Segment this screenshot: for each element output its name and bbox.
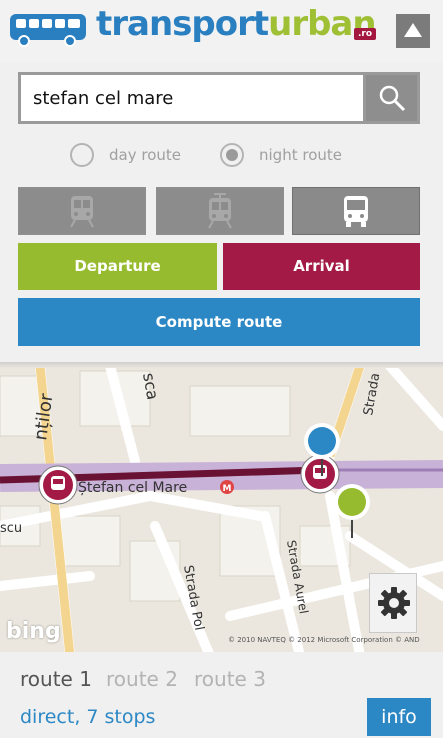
night-route-option[interactable]: night route	[220, 140, 342, 170]
search-bar	[18, 72, 420, 124]
bus-logo-icon	[10, 14, 86, 47]
street-label-main: Ștefan cel Mare	[78, 480, 187, 496]
map-top-shadow	[0, 362, 443, 368]
night-route-radio[interactable]	[220, 143, 244, 167]
app-logo-text: transporturban	[96, 4, 377, 44]
departure-button[interactable]: Departure	[18, 243, 217, 290]
tram-mode-button[interactable]	[156, 187, 284, 235]
day-route-option[interactable]: day route	[70, 140, 181, 170]
bing-logo: bing	[6, 619, 61, 644]
map-settings-button[interactable]	[369, 573, 417, 633]
tram-icon	[208, 193, 232, 229]
gear-icon	[378, 587, 410, 619]
start-stop-marker[interactable]	[38, 465, 78, 505]
bus-icon	[344, 196, 368, 227]
arrow-up-icon	[404, 23, 422, 37]
street-label-scu: scu	[0, 521, 22, 536]
arrival-button[interactable]: Arrival	[223, 243, 420, 290]
search-button[interactable]	[366, 75, 417, 121]
search-icon	[379, 85, 406, 112]
map-copyright: © 2010 NAVTEQ © 2012 Microsoft Corporati…	[228, 636, 420, 644]
logo-transport: transport	[96, 4, 269, 44]
bus-mode-button[interactable]	[292, 187, 420, 235]
search-input[interactable]	[21, 75, 363, 121]
metro-icon	[70, 196, 94, 228]
app-header: transporturban .ro	[0, 0, 443, 62]
night-route-label: night route	[259, 146, 342, 164]
compute-route-button[interactable]: Compute route	[18, 298, 420, 346]
info-button[interactable]: info	[367, 698, 431, 736]
end-stop-marker[interactable]	[300, 454, 340, 494]
collapse-button[interactable]	[396, 14, 430, 48]
metro-station-label: M	[223, 484, 232, 494]
logo-domain-badge: .ro	[354, 28, 377, 40]
day-route-radio[interactable]	[70, 143, 94, 167]
day-route-label: day route	[109, 146, 181, 164]
route-summary: direct, 7 stops	[20, 706, 156, 728]
tab-route-1[interactable]: route 1	[20, 667, 92, 691]
tab-route-2[interactable]: route 2	[106, 667, 178, 691]
tab-route-3[interactable]: route 3	[194, 667, 266, 691]
metro-mode-button[interactable]	[18, 187, 146, 235]
